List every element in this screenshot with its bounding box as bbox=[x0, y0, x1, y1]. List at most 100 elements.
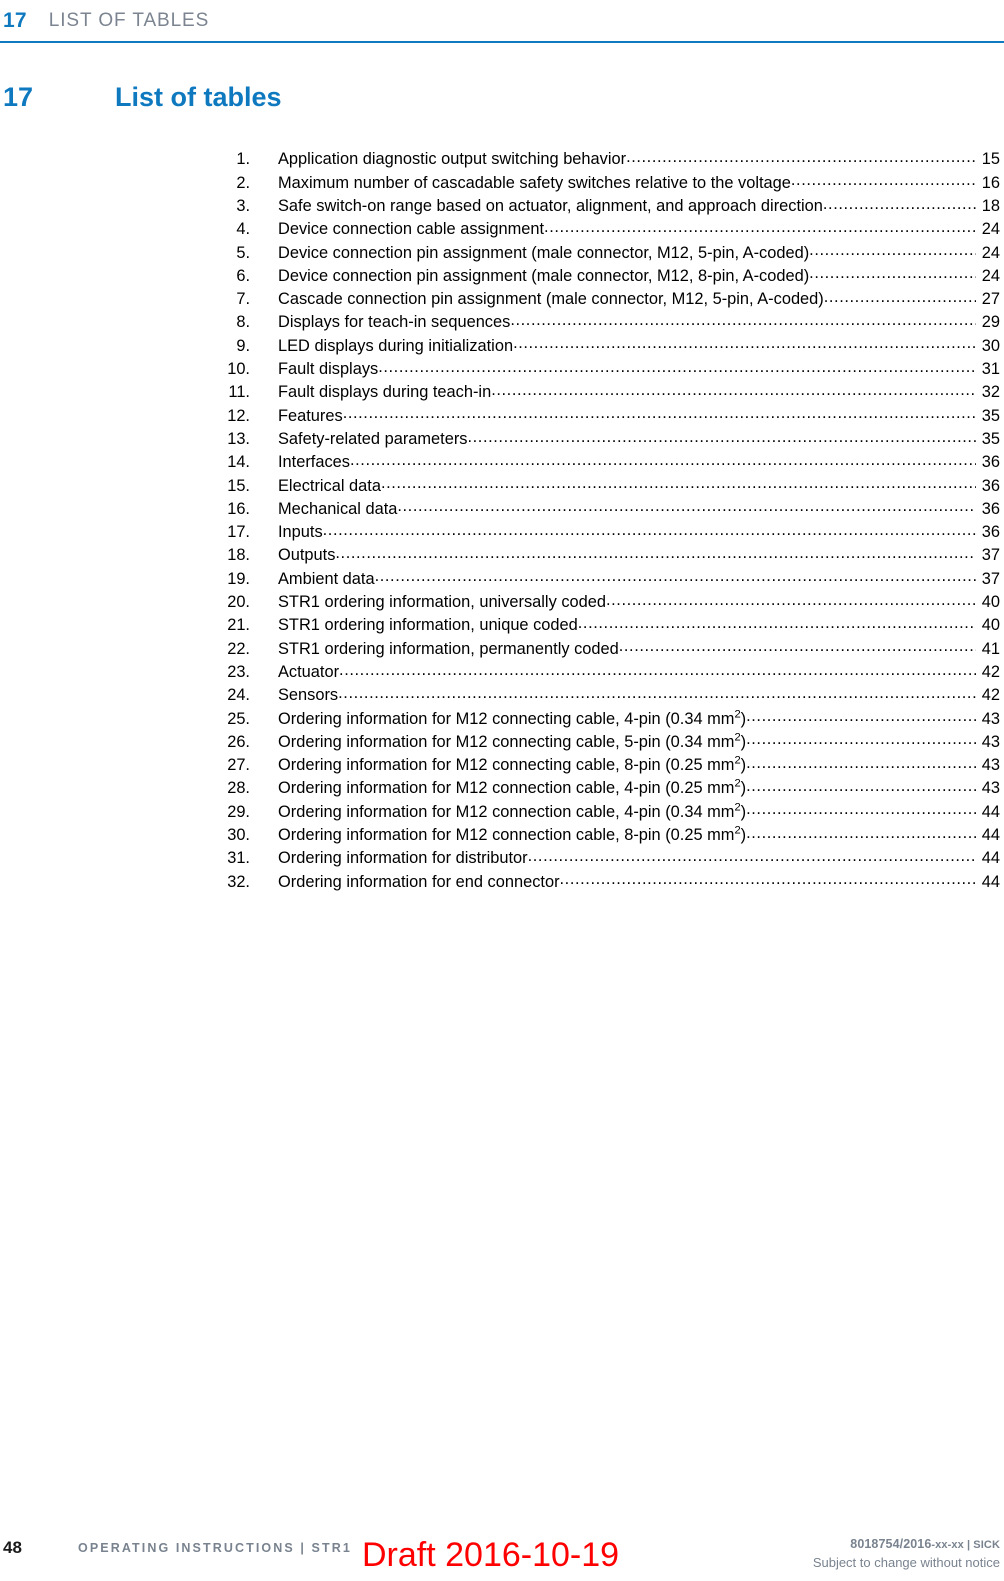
dot-leader bbox=[619, 637, 976, 653]
list-item[interactable]: 4. Device connection cable assignment 24 bbox=[0, 218, 1004, 241]
list-item-label: Device connection pin assignment (male c… bbox=[278, 266, 810, 285]
list-item-label: Ordering information for distributor bbox=[278, 849, 528, 868]
list-item-number: 19. bbox=[227, 569, 250, 588]
list-item-number: 20. bbox=[227, 593, 250, 612]
dot-leader bbox=[746, 777, 976, 793]
list-item[interactable]: 3. Safe switch-on range based on actuator… bbox=[0, 195, 1004, 218]
dot-leader bbox=[491, 381, 976, 397]
list-item-label: Ordering information for M12 connection … bbox=[278, 801, 747, 821]
list-item[interactable]: 27. Ordering information for M12 connecti… bbox=[0, 754, 1004, 777]
list-item-number: 30. bbox=[227, 826, 250, 844]
list-item[interactable]: 6. Device connection pin assignment (male… bbox=[0, 264, 1004, 287]
list-item[interactable]: 16. Mechanical data 36 bbox=[0, 497, 1004, 520]
list-item-label: Ordering information for M12 connection … bbox=[278, 777, 747, 798]
list-item-number: 18. bbox=[227, 546, 250, 565]
list-item-label: STR1 ordering information, unique coded bbox=[278, 616, 578, 635]
list-item[interactable]: 9. LED displays during initialization 30 bbox=[0, 334, 1004, 357]
list-item-page-number: 40 bbox=[981, 593, 1000, 612]
list-item-page-number: 32 bbox=[981, 383, 1000, 402]
list-item-label: Actuator bbox=[278, 662, 340, 681]
list-item-page-number: 24 bbox=[981, 266, 1000, 285]
list-item[interactable]: 2. Maximum number of cascadable safety sw… bbox=[0, 171, 1004, 194]
list-item-number: 11. bbox=[228, 383, 250, 402]
list-item[interactable]: 31. Ordering information for distributor 4… bbox=[0, 847, 1004, 870]
list-item[interactable]: 20. STR1 ordering information, universall… bbox=[0, 591, 1004, 614]
list-item[interactable]: 10. Fault displays 31 bbox=[0, 358, 1004, 381]
dot-leader bbox=[343, 404, 976, 420]
dot-leader bbox=[746, 800, 976, 816]
dot-leader bbox=[746, 707, 976, 723]
list-item-number: 1. bbox=[236, 150, 250, 169]
list-item-label: Features bbox=[278, 406, 343, 425]
dot-leader bbox=[746, 754, 976, 770]
list-item-page-number: 36 bbox=[981, 476, 1000, 495]
list-item-page-number: 24 bbox=[981, 220, 1000, 239]
dot-leader bbox=[513, 334, 976, 350]
list-item-number: 6. bbox=[236, 266, 250, 285]
list-item[interactable]: 12. Features 35 bbox=[0, 404, 1004, 427]
list-item[interactable]: 14. Interfaces 36 bbox=[0, 451, 1004, 474]
list-item[interactable]: 15. Electrical data 36 bbox=[0, 474, 1004, 497]
running-header-title: LIST OF TABLES bbox=[48, 10, 210, 31]
list-item-number: 24. bbox=[227, 686, 250, 705]
list-item-label: Maximum number of cascadable safety swit… bbox=[278, 173, 791, 192]
list-item[interactable]: 11. Fault displays during teach-in 32 bbox=[0, 381, 1004, 404]
list-item-label: Ordering information for M12 connecting … bbox=[278, 754, 747, 775]
list-item[interactable]: 29. Ordering information for M12 connecti… bbox=[0, 800, 1004, 823]
list-item[interactable]: 8. Displays for teach-in sequences 29 bbox=[0, 311, 1004, 334]
dot-leader bbox=[375, 567, 976, 583]
list-item-label: Ambient data bbox=[278, 569, 375, 588]
list-item-number: 10. bbox=[227, 360, 250, 379]
list-item[interactable]: 21. STR1 ordering information, unique cod… bbox=[0, 614, 1004, 637]
list-item[interactable]: 5. Device connection pin assignment (male… bbox=[0, 241, 1004, 264]
list-item[interactable]: 19. Ambient data 37 bbox=[0, 567, 1004, 590]
dot-leader bbox=[626, 148, 976, 164]
list-item-number: 9. bbox=[236, 336, 250, 355]
list-item[interactable]: 7. Cascade connection pin assignment (mal… bbox=[0, 288, 1004, 311]
dot-leader bbox=[338, 684, 976, 700]
list-item[interactable]: 1. Application diagnostic output switchin… bbox=[0, 148, 1004, 171]
list-item-label: Ordering information for M12 connecting … bbox=[278, 731, 747, 751]
footer-change-notice: Subject to change without notice bbox=[812, 1555, 1000, 1570]
dot-leader bbox=[397, 497, 976, 513]
dot-leader bbox=[510, 311, 976, 327]
list-item-page-number: 37 bbox=[981, 569, 1000, 588]
list-item-label: Inputs bbox=[278, 523, 323, 542]
list-item-label: Outputs bbox=[278, 546, 336, 565]
list-item-label: Safety-related parameters bbox=[278, 429, 468, 448]
list-item-page-number: 24 bbox=[981, 243, 1000, 262]
dot-leader bbox=[746, 824, 976, 840]
list-item[interactable]: 17. Inputs 36 bbox=[0, 521, 1004, 544]
list-item[interactable]: 23. Actuator 42 bbox=[0, 661, 1004, 684]
dot-leader bbox=[544, 218, 976, 234]
list-item[interactable]: 25. Ordering information for M12 connecti… bbox=[0, 707, 1004, 730]
dot-leader bbox=[335, 544, 976, 560]
dot-leader bbox=[339, 661, 976, 677]
list-item-number: 23. bbox=[227, 662, 250, 681]
list-item[interactable]: 22. STR1 ordering information, permanentl… bbox=[0, 637, 1004, 660]
footer-right-block: 8018754/2016-xx-xx | SICK Subject to cha… bbox=[813, 1536, 1000, 1571]
list-item[interactable]: 18. Outputs 37 bbox=[0, 544, 1004, 567]
list-item-page-number: 44 bbox=[981, 802, 1000, 821]
list-item[interactable]: 32. Ordering information for end connecto… bbox=[0, 870, 1004, 893]
list-item-page-number: 30 bbox=[981, 336, 1000, 355]
dot-leader bbox=[350, 451, 976, 467]
list-item-number: 22. bbox=[227, 639, 250, 658]
list-item-number: 29. bbox=[227, 802, 250, 821]
dot-leader bbox=[578, 614, 976, 630]
list-item[interactable]: 28. Ordering information for M12 connecti… bbox=[0, 777, 1004, 800]
list-item-page-number: 41 bbox=[981, 639, 1000, 658]
dot-leader bbox=[378, 358, 976, 374]
list-item-number: 28. bbox=[227, 779, 250, 798]
dot-leader bbox=[468, 428, 977, 444]
dot-leader bbox=[791, 171, 976, 187]
list-item-label: Ordering information for end connector bbox=[278, 872, 560, 891]
list-item-number: 4. bbox=[236, 220, 250, 239]
list-item[interactable]: 30. Ordering information for M12 connecti… bbox=[0, 824, 1004, 847]
list-item[interactable]: 26. Ordering information for M12 connecti… bbox=[0, 730, 1004, 753]
list-item-number: 21. bbox=[227, 616, 250, 635]
list-item-label: Application diagnostic output switching … bbox=[278, 150, 627, 169]
list-item-number: 12. bbox=[227, 406, 250, 425]
list-item[interactable]: 13. Safety-related parameters 35 bbox=[0, 428, 1004, 451]
list-item[interactable]: 24. Sensors 42 bbox=[0, 684, 1004, 707]
